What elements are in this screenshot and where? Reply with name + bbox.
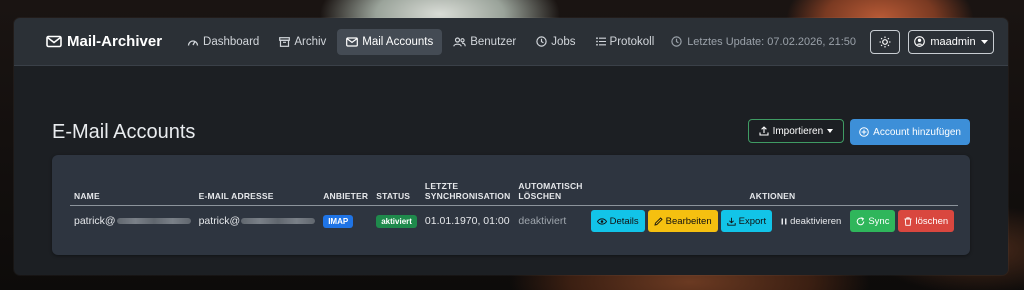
brand-label: Mail-Archiver: [67, 33, 163, 50]
table-row: patrick@ patrick@ IMAP aktiviert 01.01.1…: [70, 205, 958, 237]
mail-logo-icon: [46, 35, 62, 48]
app-window: Mail-Archiver Dashboard Archiv Mail Acco…: [14, 18, 1008, 275]
sync-label: Sync: [868, 215, 890, 227]
page-title: E-Mail Accounts: [52, 120, 196, 143]
users-icon: [453, 36, 466, 47]
refresh-icon: [857, 216, 865, 225]
col-email: E-MAIL ADRESSE: [194, 155, 320, 206]
trash-icon: [904, 217, 912, 226]
nav-archive[interactable]: Archiv: [270, 29, 335, 55]
delete-button[interactable]: löschen: [898, 210, 955, 233]
pencil-icon: [654, 217, 663, 226]
account-name: patrick@: [74, 215, 116, 228]
nav-users[interactable]: Benutzer: [444, 29, 525, 55]
nav-users-label: Benutzer: [470, 35, 517, 48]
download-icon: [726, 217, 736, 226]
col-actions: AKTIONEN: [586, 155, 959, 206]
last-update: Letztes Update: 07.02.2026, 21:50: [671, 36, 856, 48]
page-header: E-Mail Accounts Importieren Account hinz…: [52, 119, 970, 145]
nav-dashboard[interactable]: Dashboard: [178, 29, 268, 55]
add-account-button[interactable]: Account hinzufügen: [850, 119, 970, 145]
accounts-card: NAME E-MAIL ADRESSE ANBIETER STATUS LETZ…: [52, 155, 970, 255]
delete-label: löschen: [915, 215, 949, 227]
eye-icon: [596, 218, 607, 225]
clock-icon: [671, 36, 682, 47]
main-nav: Dashboard Archiv Mail Accounts Benutzer …: [178, 28, 664, 55]
nav-protocol[interactable]: Protokoll: [587, 29, 664, 55]
caret-down-icon: [827, 129, 834, 133]
brand[interactable]: Mail-Archiver: [46, 33, 162, 50]
cell-auto-delete: deaktiviert: [518, 215, 567, 228]
import-button[interactable]: Importieren: [747, 119, 845, 143]
user-menu-button[interactable]: maadmin: [908, 29, 994, 54]
edit-button[interactable]: Bearbeiten: [647, 210, 718, 233]
cell-name: patrick@: [70, 205, 195, 237]
table-header-row: NAME E-MAIL ADRESSE ANBIETER STATUS LETZ…: [70, 155, 959, 206]
clock-icon: [536, 36, 547, 47]
deactivate-button[interactable]: deaktivieren: [775, 210, 847, 232]
col-auto-delete: AUTOMATISCH LÖSCHEN: [514, 155, 587, 206]
redacted-blur: [241, 218, 316, 225]
user-circle-icon: [914, 36, 926, 47]
cell-provider: IMAP: [319, 205, 372, 237]
page-actions: Importieren Account hinzufügen: [747, 119, 970, 145]
nav-mail-accounts[interactable]: Mail Accounts: [337, 28, 443, 55]
details-button[interactable]: Details: [590, 210, 645, 233]
cell-status: aktiviert: [372, 205, 421, 237]
pause-icon: [781, 218, 787, 225]
col-name: NAME: [70, 155, 195, 206]
col-provider: ANBIETER: [319, 155, 373, 206]
nav-archive-label: Archiv: [294, 35, 327, 48]
cell-email: patrick@: [195, 205, 320, 237]
export-label: Export: [738, 215, 767, 227]
col-last-sync: LETZTE SYNCHRONISATION: [420, 155, 515, 206]
caret-down-icon: [980, 39, 988, 44]
dashboard-icon: [187, 39, 199, 46]
cell-actions: Details Bearbeiten Export deaktivieren S…: [587, 205, 959, 237]
navbar: Mail-Archiver Dashboard Archiv Mail Acco…: [14, 18, 1008, 66]
nav-dashboard-label: Dashboard: [203, 35, 260, 48]
account-email: patrick@: [198, 215, 241, 228]
nav-jobs[interactable]: Jobs: [527, 29, 584, 55]
cell-last-sync: 01.01.1970, 01:00: [424, 215, 510, 228]
theme-toggle-button[interactable]: [870, 29, 900, 54]
nav-mail-accounts-label: Mail Accounts: [362, 35, 434, 48]
plus-circle-icon: [859, 127, 869, 137]
row-actions: Details Bearbeiten Export deaktivieren S…: [590, 210, 955, 233]
export-button[interactable]: Export: [720, 210, 773, 233]
main-content: E-Mail Accounts Importieren Account hinz…: [14, 119, 1008, 255]
add-account-label: Account hinzufügen: [873, 126, 961, 138]
accounts-table: NAME E-MAIL ADRESSE ANBIETER STATUS LETZ…: [70, 155, 959, 237]
nav-protocol-label: Protokoll: [609, 35, 655, 48]
sun-icon: [879, 36, 891, 47]
upload-icon: [759, 126, 769, 136]
deactivate-label: deaktivieren: [790, 215, 842, 227]
import-label: Importieren: [772, 125, 824, 137]
nav-jobs-label: Jobs: [551, 35, 576, 48]
provider-badge: IMAP: [323, 214, 354, 228]
status-badge: aktiviert: [376, 214, 417, 228]
mail-accounts-icon: [346, 36, 359, 47]
sync-button[interactable]: Sync: [850, 210, 896, 233]
list-icon: [595, 37, 606, 46]
archive-icon: [279, 36, 291, 47]
last-update-text: Letztes Update: 07.02.2026, 21:50: [687, 35, 856, 48]
user-name: maadmin: [930, 35, 976, 48]
details-label: Details: [609, 215, 639, 227]
edit-label: Bearbeiten: [665, 215, 712, 227]
col-status: STATUS: [372, 155, 421, 206]
redacted-blur: [116, 218, 191, 225]
